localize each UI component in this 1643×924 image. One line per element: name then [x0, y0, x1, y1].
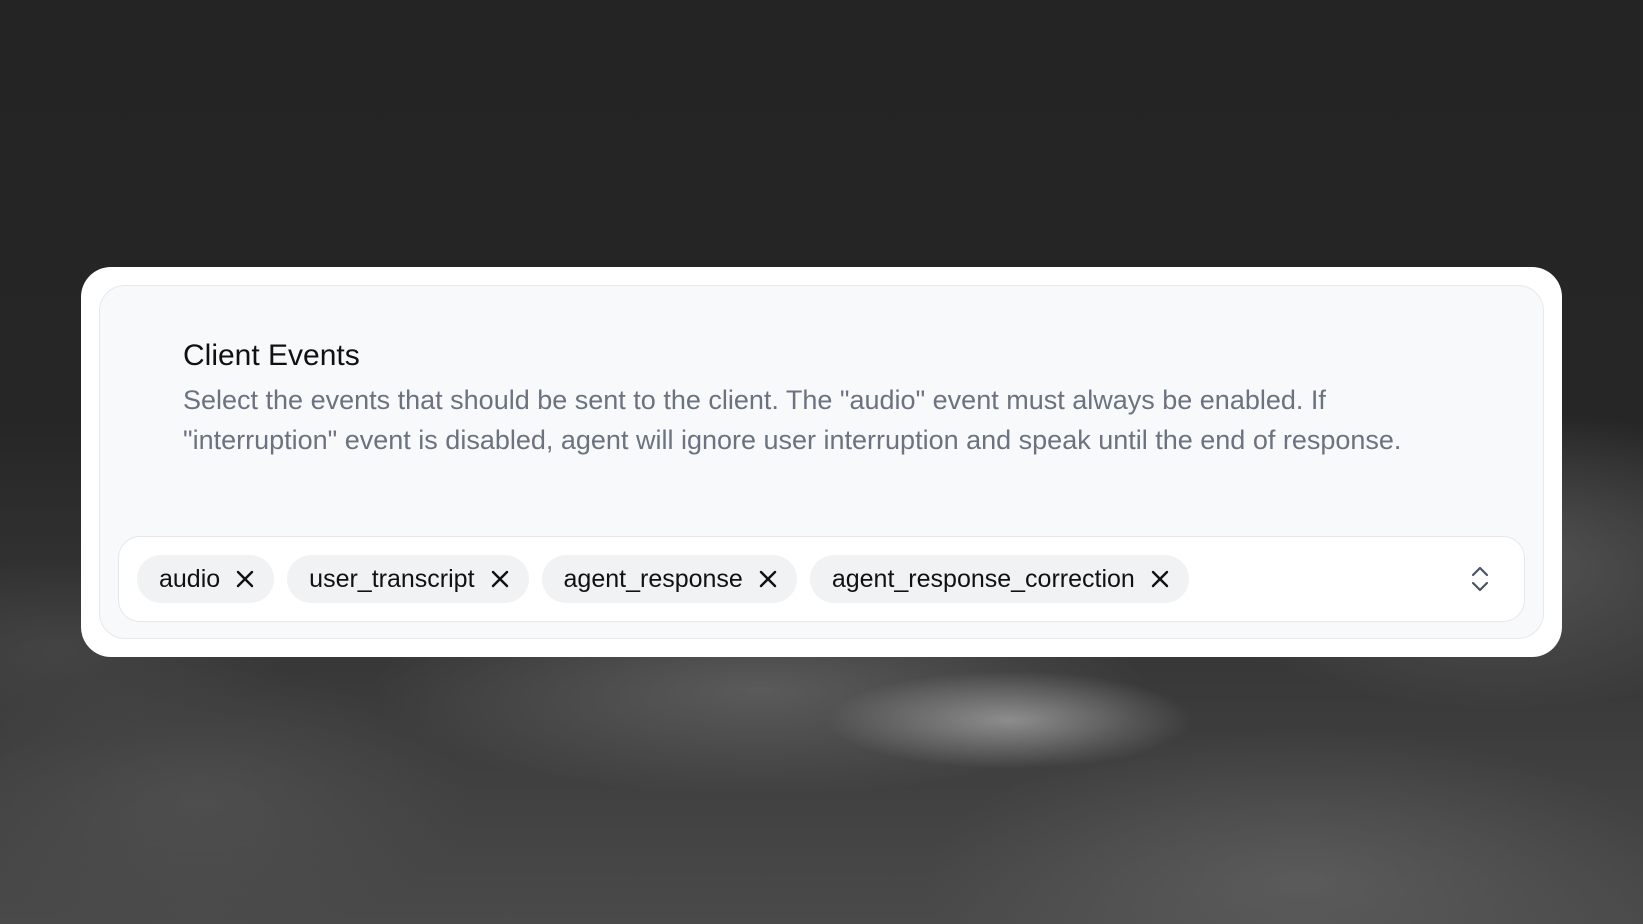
client-events-multiselect[interactable]: audio user_transcript agent_response age…	[118, 536, 1525, 622]
section-description: Select the events that should be sent to…	[183, 385, 1402, 455]
tag-label: agent_response_correction	[831, 564, 1135, 593]
close-icon[interactable]	[757, 568, 779, 590]
close-icon[interactable]	[489, 568, 511, 590]
tag-label: user_transcript	[309, 564, 475, 593]
tag-audio: audio	[137, 555, 275, 603]
section-title: Client Events	[183, 339, 360, 372]
tag-agent-response-correction: agent_response_correction	[809, 555, 1189, 603]
tag-user-transcript: user_transcript	[287, 555, 529, 603]
settings-card: Client Events Select the events that sho…	[81, 267, 1562, 657]
tag-label: audio	[159, 564, 221, 593]
selected-tags: audio user_transcript agent_response age…	[137, 555, 1466, 603]
close-icon[interactable]	[234, 568, 256, 590]
client-events-panel: Client Events Select the events that sho…	[99, 285, 1544, 639]
chevron-up-down-icon[interactable]	[1466, 564, 1494, 594]
tag-label: agent_response	[563, 564, 743, 593]
tag-agent-response: agent_response	[541, 555, 797, 603]
close-icon[interactable]	[1149, 568, 1171, 590]
